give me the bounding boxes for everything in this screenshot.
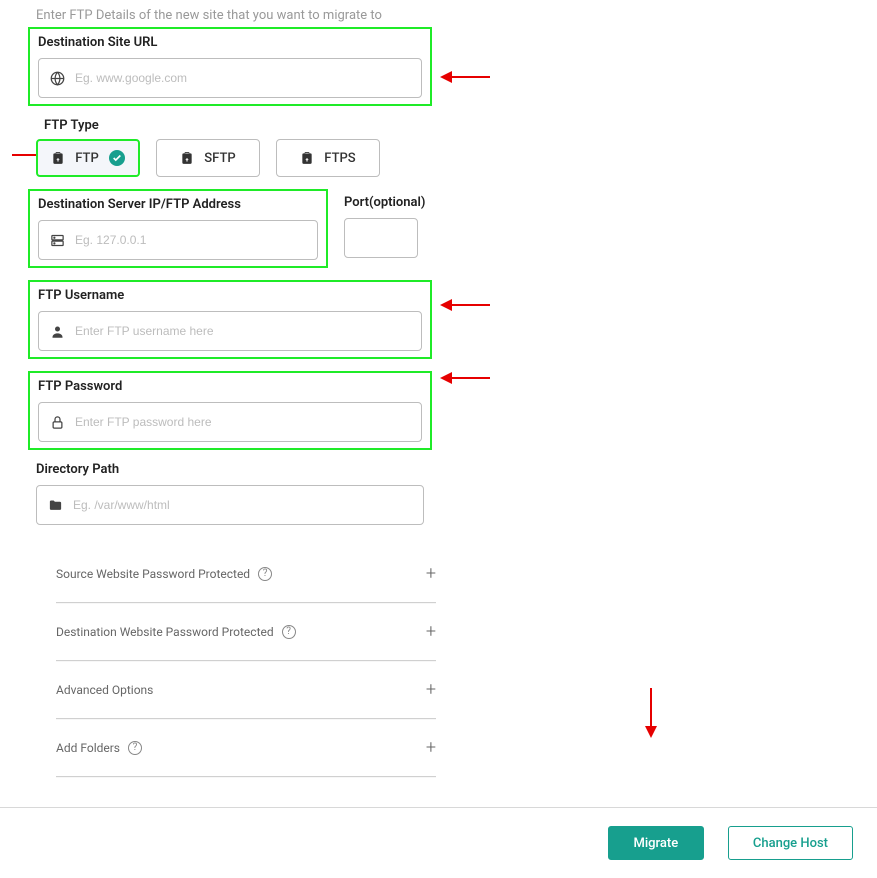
- server-ip-input[interactable]: [75, 233, 307, 247]
- expander-advanced-options[interactable]: Advanced Options +: [56, 661, 436, 719]
- ftp-type-option-sftp[interactable]: SFTP: [156, 139, 260, 177]
- ftp-username-group: FTP Username: [28, 280, 432, 359]
- clipboard-icon: [300, 151, 314, 165]
- page-intro-text: Enter FTP Details of the new site that y…: [36, 8, 877, 23]
- expander-title: Add Folders: [56, 741, 120, 755]
- ftp-type-option-label: SFTP: [204, 151, 235, 166]
- ftp-type-row: FTP SFTP FTPS: [36, 139, 877, 177]
- help-icon[interactable]: ?: [282, 625, 296, 639]
- lock-icon: [49, 415, 65, 430]
- server-ip-input-wrap[interactable]: [38, 220, 318, 260]
- dest-url-input-wrap[interactable]: [38, 58, 422, 98]
- change-host-button[interactable]: Change Host: [728, 826, 853, 860]
- check-icon: [109, 150, 125, 166]
- expander-title: Destination Website Password Protected: [56, 625, 274, 639]
- ftp-password-group: FTP Password: [28, 371, 432, 450]
- port-group: Port(optional): [344, 189, 434, 268]
- ftp-type-option-ftps[interactable]: FTPS: [276, 139, 380, 177]
- server-port-row: Destination Server IP/FTP Address Port(o…: [28, 189, 877, 268]
- ftp-password-input-wrap[interactable]: [38, 402, 422, 442]
- annotation-arrow-ftp-pass: [440, 371, 490, 385]
- server-ip-group: Destination Server IP/FTP Address: [28, 189, 328, 268]
- dir-path-group: Directory Path: [28, 462, 432, 525]
- folder-icon: [47, 498, 63, 513]
- plus-icon: +: [426, 621, 436, 642]
- dest-url-label: Destination Site URL: [38, 35, 422, 50]
- expander-title: Advanced Options: [56, 683, 153, 697]
- ftp-password-label: FTP Password: [38, 379, 422, 394]
- annotation-arrow-dest-url: [440, 70, 490, 84]
- dest-url-group: Destination Site URL: [28, 27, 432, 106]
- annotation-arrow-ftp-user: [440, 298, 490, 312]
- port-label: Port(optional): [344, 195, 434, 210]
- help-icon[interactable]: ?: [128, 741, 142, 755]
- expander-destination-password[interactable]: Destination Website Password Protected ?…: [56, 603, 436, 661]
- ftp-username-input[interactable]: [75, 324, 411, 338]
- ftp-type-label: FTP Type: [44, 118, 877, 133]
- ftp-username-input-wrap[interactable]: [38, 311, 422, 351]
- expander-source-password[interactable]: Source Website Password Protected ? +: [56, 545, 436, 603]
- ftp-type-option-label: FTPS: [324, 151, 355, 166]
- clipboard-icon: [180, 151, 194, 165]
- ftp-type-option-label: FTP: [75, 151, 99, 166]
- user-icon: [49, 324, 65, 339]
- expander-list: Source Website Password Protected ? + De…: [56, 545, 436, 777]
- expander-title: Source Website Password Protected: [56, 567, 250, 581]
- dir-path-input-wrap[interactable]: [36, 485, 424, 525]
- ftp-type-section: FTP Type FTP SFTP FTPS: [36, 118, 877, 177]
- plus-icon: +: [426, 679, 436, 700]
- ftp-username-label: FTP Username: [38, 288, 422, 303]
- dir-path-label: Directory Path: [36, 462, 424, 477]
- globe-icon: [49, 71, 65, 86]
- ftp-password-input[interactable]: [75, 415, 411, 429]
- port-input[interactable]: [344, 218, 418, 258]
- expander-add-folders[interactable]: Add Folders ? +: [56, 719, 436, 777]
- plus-icon: +: [426, 737, 436, 758]
- plus-icon: +: [426, 563, 436, 584]
- clipboard-icon: [51, 151, 65, 165]
- annotation-arrow-migrate: [644, 688, 658, 738]
- server-icon: [49, 233, 65, 248]
- server-ip-label: Destination Server IP/FTP Address: [38, 197, 318, 212]
- migrate-button[interactable]: Migrate: [608, 826, 704, 860]
- dir-path-input[interactable]: [73, 498, 413, 512]
- dest-url-input[interactable]: [75, 71, 411, 85]
- ftp-type-option-ftp[interactable]: FTP: [36, 139, 140, 177]
- help-icon[interactable]: ?: [258, 567, 272, 581]
- footer: Migrate Change Host: [0, 807, 877, 878]
